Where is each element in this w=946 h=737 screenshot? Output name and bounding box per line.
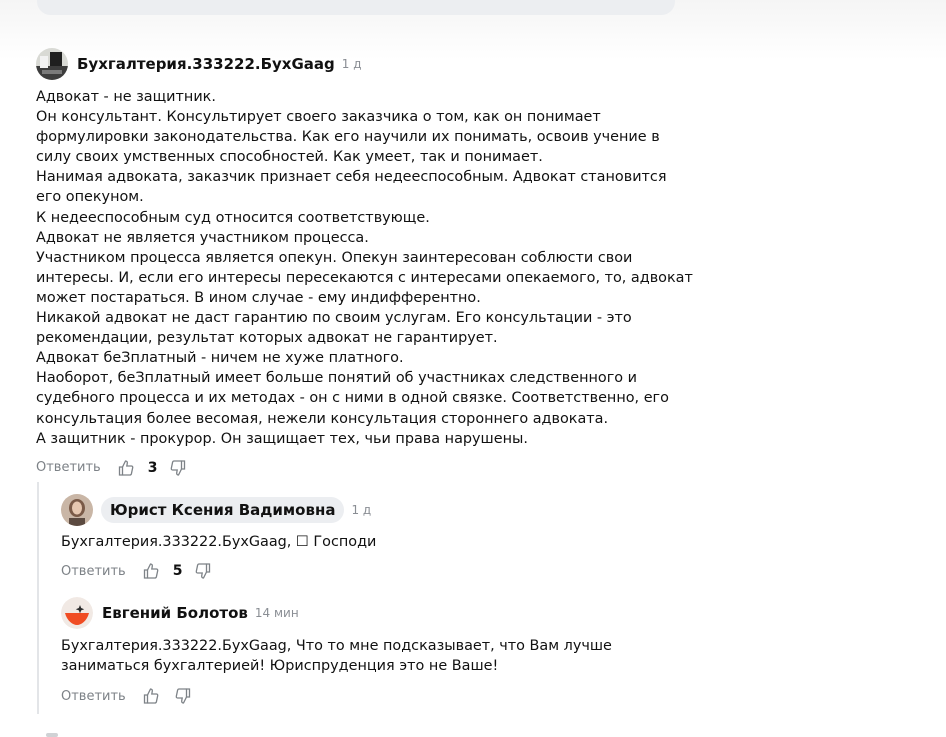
author-name[interactable]: Бухгалтерия.333222.БухGaag <box>77 55 335 73</box>
comment-text: Бухгалтерия.333222.БухGaag, Что то мне п… <box>61 638 612 675</box>
comment-header: Бухгалтерия.333222.БухGaag 1 д <box>36 48 696 80</box>
comment-text: Бухгалтерия.333222.БухGaag, ☐ Господи <box>61 534 377 550</box>
timestamp: 1 д <box>351 503 372 517</box>
comment-actions: Ответить <box>61 686 681 706</box>
like-count: 3 <box>147 459 158 476</box>
thread-line <box>37 482 39 714</box>
reply-comment: Евгений Болотов 14 мин Бухгалтерия.33322… <box>61 597 681 706</box>
like-count: 5 <box>172 563 183 580</box>
author-name[interactable]: Евгений Болотов <box>102 604 248 622</box>
timestamp: 14 мин <box>254 606 299 620</box>
avatar[interactable] <box>36 48 68 80</box>
reply-button[interactable]: Ответить <box>36 460 101 475</box>
thumbs-up-icon[interactable] <box>142 562 160 580</box>
comment-actions: Ответить 3 <box>36 458 696 478</box>
avatar[interactable] <box>61 597 93 629</box>
thumbs-up-icon[interactable] <box>117 459 135 477</box>
comment-actions: Ответить 5 <box>61 561 681 581</box>
comment-text: Адвокат - не защитник. Он консультант. К… <box>36 89 693 447</box>
thumbs-down-icon[interactable] <box>174 687 192 705</box>
comment-input-bar[interactable] <box>37 0 675 15</box>
thumbs-up-icon[interactable] <box>142 687 160 705</box>
next-comment-edge <box>46 733 58 737</box>
avatar[interactable] <box>61 494 93 526</box>
author-name[interactable]: Юрист Ксения Вадимовна <box>101 497 345 523</box>
thumbs-down-icon[interactable] <box>194 562 212 580</box>
comment-header: Евгений Болотов 14 мин <box>61 597 681 629</box>
reply-comment: Юрист Ксения Вадимовна 1 д Бухгалтерия.3… <box>61 494 681 581</box>
reply-button[interactable]: Ответить <box>61 564 126 579</box>
comment-header: Юрист Ксения Вадимовна 1 д <box>61 494 681 526</box>
thumbs-down-icon[interactable] <box>169 459 187 477</box>
reply-button[interactable]: Ответить <box>61 689 126 704</box>
timestamp: 1 д <box>341 57 362 71</box>
comment-main: Бухгалтерия.333222.БухGaag 1 д Адвокат -… <box>36 48 696 478</box>
